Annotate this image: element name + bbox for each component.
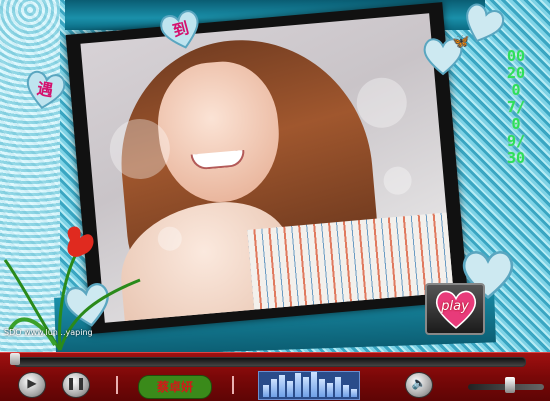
seek-track[interactable]: [14, 357, 526, 367]
volume-thumb[interactable]: [505, 377, 515, 393]
play-button[interactable]: ▶: [18, 372, 46, 398]
equalizer-display: [258, 371, 360, 400]
song-title: 蔡卓妍: [138, 375, 212, 399]
player-skin: 到 遇 🦋 00 2007/09/30 SDO www.lun ..yaping…: [0, 0, 550, 352]
speaker-icon: 🔈: [411, 376, 427, 390]
separator: [232, 376, 234, 394]
vertical-date: 00 2007/09/30: [506, 47, 526, 167]
play-icon: ▶: [27, 376, 37, 390]
credit-text: SDO www.lun ..yaping: [4, 328, 93, 337]
seek-thumb[interactable]: [10, 353, 20, 365]
pause-icon: ❚❚: [65, 376, 87, 390]
heart-left: 遇: [21, 67, 69, 114]
butterfly-icon: 🦋: [452, 34, 470, 50]
play-overlay-label: play: [441, 299, 469, 314]
separator: [116, 376, 118, 394]
play-overlay-button[interactable]: play: [425, 283, 485, 335]
pause-button[interactable]: ❚❚: [62, 372, 90, 398]
mute-button[interactable]: 🔈: [405, 372, 433, 398]
